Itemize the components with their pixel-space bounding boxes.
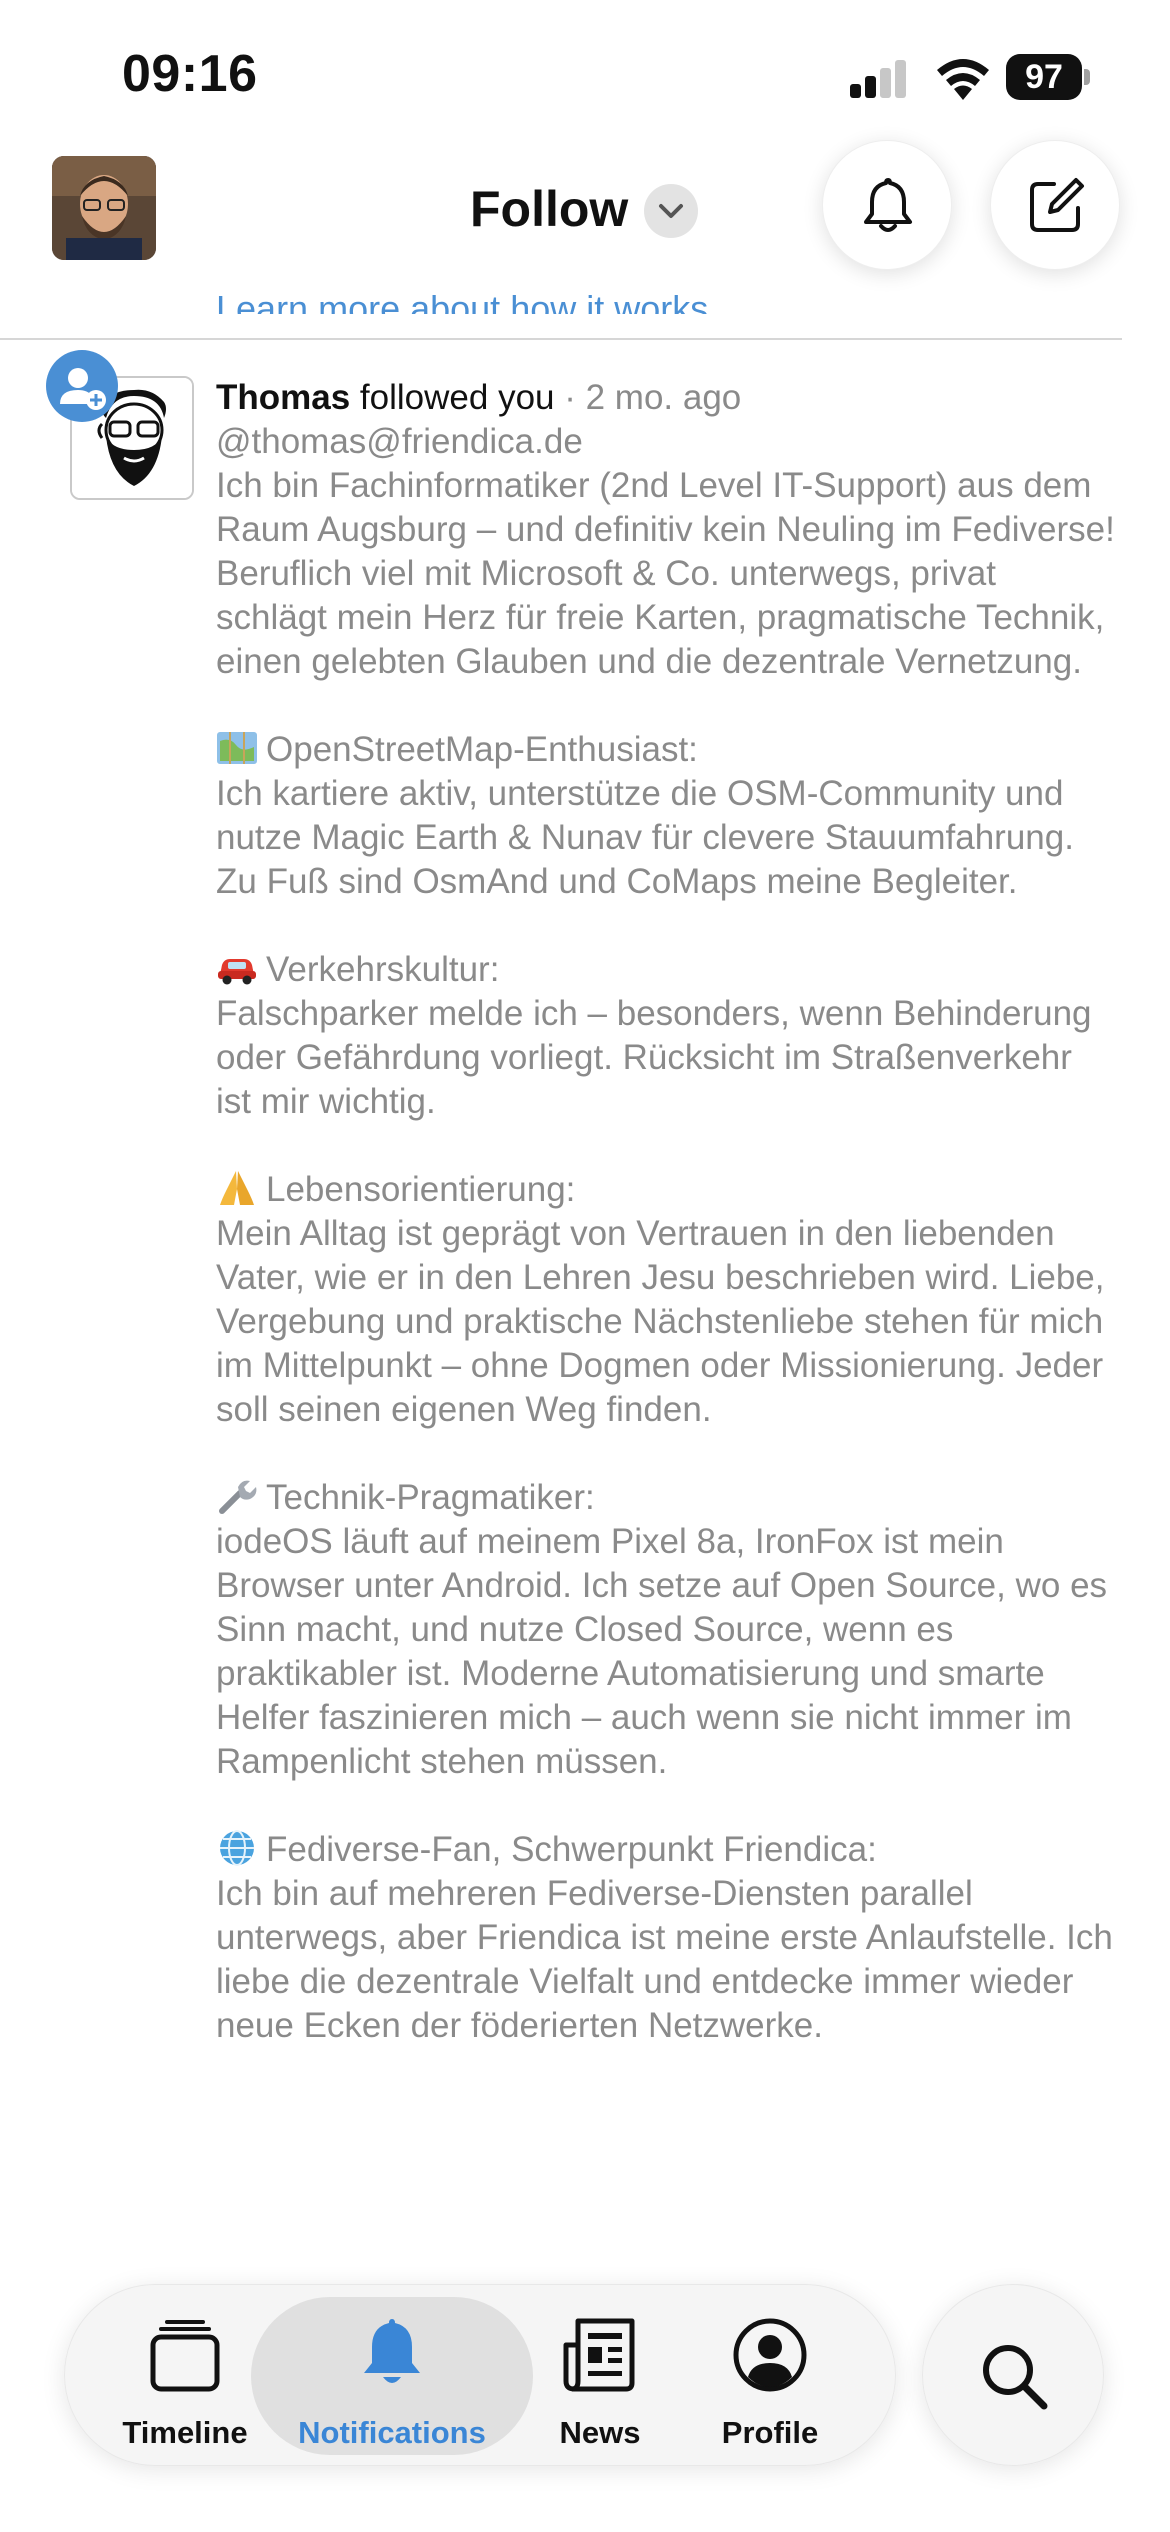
- bio-heading-tech: Technik-Pragmatiker:: [266, 1478, 595, 1517]
- battery-level: 97: [1006, 54, 1082, 100]
- bio-text-faith: Mein Alltag ist geprägt von Vertrauen in…: [216, 1214, 1105, 1429]
- person-circle-icon: [733, 2318, 807, 2392]
- bio-text-tech: iodeOS läuft auf meinem Pixel 8a, IronFo…: [216, 1522, 1108, 1781]
- tab-timeline-label: Timeline: [122, 2415, 248, 2450]
- search-button[interactable]: [922, 2284, 1104, 2466]
- user-handle: @thomas@friendica.de: [216, 422, 583, 461]
- wrench-emoji: [219, 1480, 257, 1514]
- avatar[interactable]: [52, 156, 156, 260]
- status-time: 09:16: [122, 45, 258, 103]
- compose-icon: [1030, 178, 1084, 232]
- page-title[interactable]: Follow: [470, 180, 628, 238]
- bell-icon: [864, 178, 912, 232]
- bio-heading-traffic: Verkehrskultur:: [266, 950, 500, 989]
- tab-profile-label: Profile: [721, 2415, 819, 2450]
- divider: [0, 338, 1122, 340]
- timeline-icon: [150, 2320, 220, 2392]
- learn-more-link[interactable]: Learn more about how it works: [216, 280, 856, 314]
- status-bar: 09:16 97: [0, 0, 1170, 140]
- compose-button[interactable]: [990, 140, 1120, 270]
- notification-header: Thomas followed you · 2 mo. ago: [216, 376, 741, 420]
- tab-profile[interactable]: Profile: [695, 2285, 845, 2467]
- bio-text-traffic: Falschparker melde ich – besonders, wenn…: [216, 994, 1092, 1121]
- bio-section-heading: Fediverse-Fan, Schwerpunkt Friendica:: [216, 1828, 1116, 1872]
- bio-text-osm: Ich kartiere aktiv, unterstütze die OSM-…: [216, 774, 1074, 901]
- bio-heading-faith: Lebensorientierung:: [266, 1170, 576, 1209]
- newspaper-icon: [563, 2318, 635, 2392]
- user-name[interactable]: Thomas: [216, 378, 350, 417]
- bio-heading-fediverse: Fediverse-Fan, Schwerpunkt Friendica:: [266, 1830, 877, 1869]
- tab-news-label: News: [559, 2415, 641, 2450]
- bio-section-heading: Technik-Pragmatiker:: [216, 1476, 1116, 1520]
- notifications-button[interactable]: [822, 140, 952, 270]
- bio-section-heading: Verkehrskultur:: [216, 948, 1116, 992]
- bio-intro: Ich bin Fachinformatiker (2nd Level IT-S…: [216, 466, 1115, 681]
- folded-hands-emoji: [220, 1171, 254, 1205]
- tab-notifications-label: Notifications: [298, 2415, 486, 2450]
- bio-section-heading: Lebensorientierung:: [216, 1168, 1116, 1212]
- person-add-icon: [46, 350, 118, 422]
- cellular-signal-icon: [850, 60, 910, 98]
- chevron-down-icon[interactable]: [644, 184, 698, 238]
- globe-emoji: [220, 1830, 254, 1866]
- tab-notifications[interactable]: Notifications: [265, 2285, 519, 2467]
- tab-timeline[interactable]: Timeline: [105, 2285, 265, 2467]
- notification-verb: followed you: [350, 378, 555, 417]
- bio-heading-osm: OpenStreetMap-Enthusiast:: [266, 730, 698, 769]
- car-emoji: [218, 959, 256, 985]
- search-icon: [983, 2345, 1048, 2410]
- bio-section-heading: OpenStreetMap-Enthusiast:: [216, 728, 1116, 772]
- tab-bar: Timeline Notifications News Profile: [64, 2284, 896, 2466]
- user-bio: Ich bin Fachinformatiker (2nd Level IT-S…: [216, 464, 1116, 2048]
- bio-text-fediverse: Ich bin auf mehreren Fediverse-Diensten …: [216, 1874, 1113, 2045]
- notification-time: · 2 mo. ago: [554, 378, 742, 417]
- tab-news[interactable]: News: [535, 2285, 665, 2467]
- map-emoji: [217, 732, 257, 764]
- wifi-icon: [937, 59, 989, 100]
- bell-filled-icon: [364, 2319, 420, 2383]
- battery-indicator: 97: [1006, 54, 1090, 100]
